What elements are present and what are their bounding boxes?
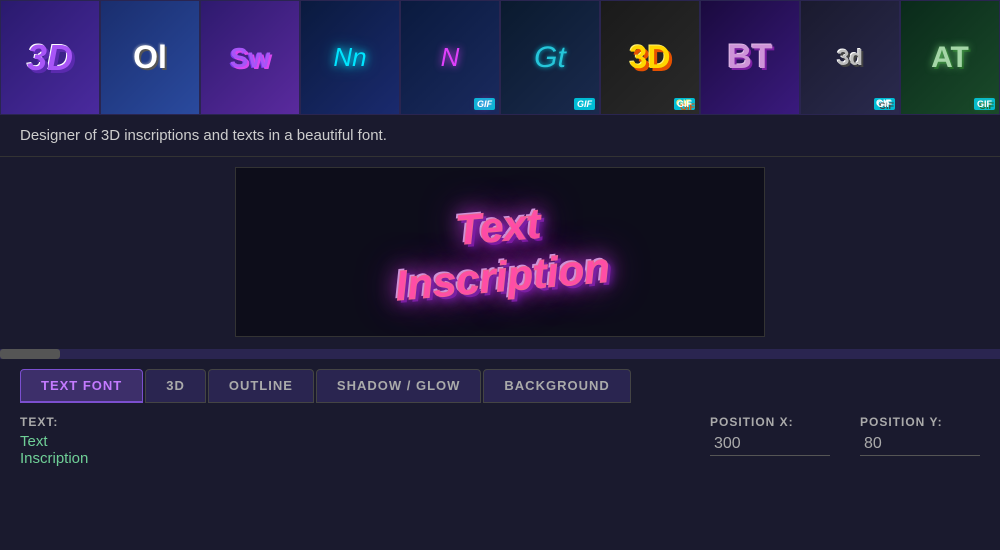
gif-badge: GIF bbox=[574, 98, 595, 110]
tab-3d-label: 3D bbox=[166, 378, 185, 393]
position-y-group: POSITION Y: bbox=[860, 415, 980, 456]
controls-panel: TEXT: Text Inscription POSITION X: POSIT… bbox=[0, 403, 1000, 479]
text-control-group: TEXT: Text Inscription bbox=[20, 415, 88, 467]
horizontal-scrollbar[interactable] bbox=[0, 349, 1000, 359]
tab-shadow-glow[interactable]: SHADOW / GLOW bbox=[316, 369, 482, 403]
text-value-line1: Text bbox=[20, 433, 88, 450]
banner-label: Nn bbox=[333, 42, 366, 73]
tab-3d[interactable]: 3D bbox=[145, 369, 206, 403]
banner-item-at[interactable]: AT GIF bbox=[900, 0, 1000, 115]
position-x-group: POSITION X: bbox=[710, 415, 830, 456]
gif-badge: GIF bbox=[874, 98, 895, 110]
text-value-line2: Inscription bbox=[20, 450, 88, 467]
tab-shadow-glow-label: SHADOW / GLOW bbox=[337, 378, 461, 393]
tab-text-font-label: TEXT FONT bbox=[41, 378, 122, 393]
banner-item-nn[interactable]: Nn bbox=[300, 0, 400, 115]
position-y-input[interactable] bbox=[860, 433, 980, 456]
scrollbar-thumb[interactable] bbox=[0, 349, 60, 359]
description-text: Designer of 3D inscriptions and texts in… bbox=[20, 127, 387, 144]
banner-label: Gt bbox=[534, 41, 566, 75]
tab-outline-label: OUTLINE bbox=[229, 378, 293, 393]
position-x-label: POSITION X: bbox=[710, 415, 830, 429]
banner-label: AT bbox=[931, 41, 969, 75]
banner-item-3d3[interactable]: 3d GIF bbox=[800, 0, 900, 115]
banner-item-ol[interactable]: Ol bbox=[100, 0, 200, 115]
banner-item-bt[interactable]: BT bbox=[700, 0, 800, 115]
banner-item-3d[interactable]: 3D bbox=[0, 0, 100, 115]
banner-label: 3D bbox=[27, 37, 73, 79]
tab-background-label: BACKGROUND bbox=[504, 378, 609, 393]
tab-bar: TEXT FONT 3D OUTLINE SHADOW / GLOW BACKG… bbox=[0, 361, 1000, 403]
tab-outline[interactable]: OUTLINE bbox=[208, 369, 314, 403]
text-control-value: Text Inscription bbox=[20, 433, 88, 467]
tab-text-font[interactable]: TEXT FONT bbox=[20, 369, 143, 403]
position-x-input[interactable] bbox=[710, 433, 830, 456]
text-preview: Text Inscription bbox=[389, 192, 612, 311]
gif-badge: GIF bbox=[974, 98, 995, 110]
canvas-wrapper: Text Inscription bbox=[0, 157, 1000, 347]
banner-item-sw[interactable]: Sw bbox=[200, 0, 300, 115]
banner-label: BT bbox=[727, 38, 772, 77]
gif-badge: GIF bbox=[474, 98, 495, 110]
banner-item-gt[interactable]: Gt GIF bbox=[500, 0, 600, 115]
gif-badge: GIF bbox=[674, 98, 695, 110]
style-banner: 3D Ol Sw Nn N GIF Gt GIF 3D GIF BT 3d GI… bbox=[0, 0, 1000, 115]
preview-canvas[interactable]: Text Inscription bbox=[235, 167, 765, 337]
banner-label: N bbox=[441, 42, 460, 73]
banner-label: 3D bbox=[630, 39, 671, 76]
position-y-label: POSITION Y: bbox=[860, 415, 980, 429]
tab-background[interactable]: BACKGROUND bbox=[483, 369, 630, 403]
banner-item-3d2[interactable]: 3D GIF bbox=[600, 0, 700, 115]
app-description: Designer of 3D inscriptions and texts in… bbox=[0, 115, 1000, 157]
banner-label: Sw bbox=[230, 42, 270, 74]
banner-item-n2[interactable]: N GIF bbox=[400, 0, 500, 115]
banner-label: Ol bbox=[133, 39, 167, 76]
banner-label: 3d bbox=[837, 45, 863, 71]
text-control-label: TEXT: bbox=[20, 415, 88, 429]
